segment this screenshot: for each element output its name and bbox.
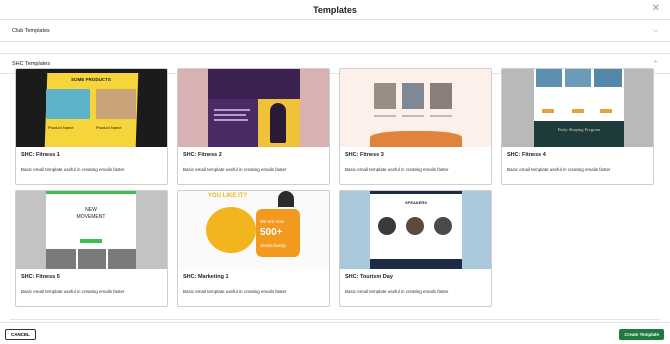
section-club-templates[interactable]: Club Templates ⌵ [0,20,670,42]
thumb-product-1: Product Name [48,125,74,130]
template-name: SHC: Fitness 2 [183,152,222,158]
template-description: Basic email template useful in creating … [507,167,611,172]
close-icon[interactable]: ✕ [652,4,660,14]
template-description: Basic email template useful in creating … [345,167,449,172]
section-club-label: Club Templates [12,27,50,34]
template-name: SHC: Tourism Day [345,274,393,280]
thumb-line-2: MOVEMENT [76,214,106,220]
template-thumbnail: Body Shaping Program [502,69,653,147]
template-card-fitness-5[interactable]: NEW MOVEMENT SHC: Fitness 5 Basic email … [15,190,168,307]
templates-modal: Templates ✕ Club Templates ⌵ SHC Templat… [0,0,670,344]
template-card-fitness-2[interactable]: SHC: Fitness 2 Basic email template usef… [177,68,330,185]
template-name: SHC: Fitness 4 [507,152,546,158]
template-description: Basic email template useful in creating … [21,289,125,294]
chevron-up-icon[interactable]: ⌃ [653,61,658,67]
thumb-small: clients family [260,243,286,248]
template-description: Basic email template useful in creating … [21,167,125,172]
template-thumbnail: SOME PRODUCTS Product Name Product Name [16,69,167,147]
template-name: SHC: Marketing 1 [183,274,229,280]
chevron-down-icon[interactable]: ⌵ [653,28,658,34]
thumb-headline: YOU LIKE IT? [208,193,247,199]
thumb-heading: SPEAKERS [404,200,427,205]
cancel-button[interactable]: CANCEL [5,329,36,340]
thumb-heading: SOME PRODUCTS [71,77,111,82]
modal-title: Templates [313,4,357,15]
template-description: Basic email template useful in creating … [345,289,449,294]
modal-header: Templates ✕ [0,0,670,20]
section-shc-label: SHC Templates [12,60,51,67]
divider [10,319,660,320]
template-thumbnail: NEW MOVEMENT [16,191,167,269]
template-thumbnail: YOU LIKE IT? We are now 500+ clients fam… [178,191,329,269]
thumb-product-2: Product Name [96,125,122,130]
thumb-big: 500+ [260,227,283,238]
template-name: SHC: Fitness 1 [21,152,60,158]
template-name: SHC: Fitness 5 [21,274,60,280]
create-template-button[interactable]: Create Template [619,329,664,340]
modal-footer: CANCEL Create Template [0,322,670,344]
template-thumbnail [178,69,329,147]
template-card-marketing-1[interactable]: YOU LIKE IT? We are now 500+ clients fam… [177,190,330,307]
thumb-banner: Body Shaping Program [557,127,601,132]
template-description: Basic email template useful in creating … [183,289,287,294]
template-card-fitness-1[interactable]: SOME PRODUCTS Product Name Product Name … [15,68,168,185]
template-card-tourism-day[interactable]: SPEAKERS SHC: Tourism Day Basic email te… [339,190,492,307]
thumb-sub: We are now [260,219,284,224]
template-thumbnail [340,69,491,147]
template-card-fitness-3[interactable]: SHC: Fitness 3 Basic email template usef… [339,68,492,185]
template-name: SHC: Fitness 3 [345,152,384,158]
template-thumbnail: SPEAKERS [340,191,491,269]
thumb-line-1: NEW [85,207,97,213]
template-description: Basic email template useful in creating … [183,167,287,172]
template-card-fitness-4[interactable]: Body Shaping Program SHC: Fitness 4 Basi… [501,68,654,185]
